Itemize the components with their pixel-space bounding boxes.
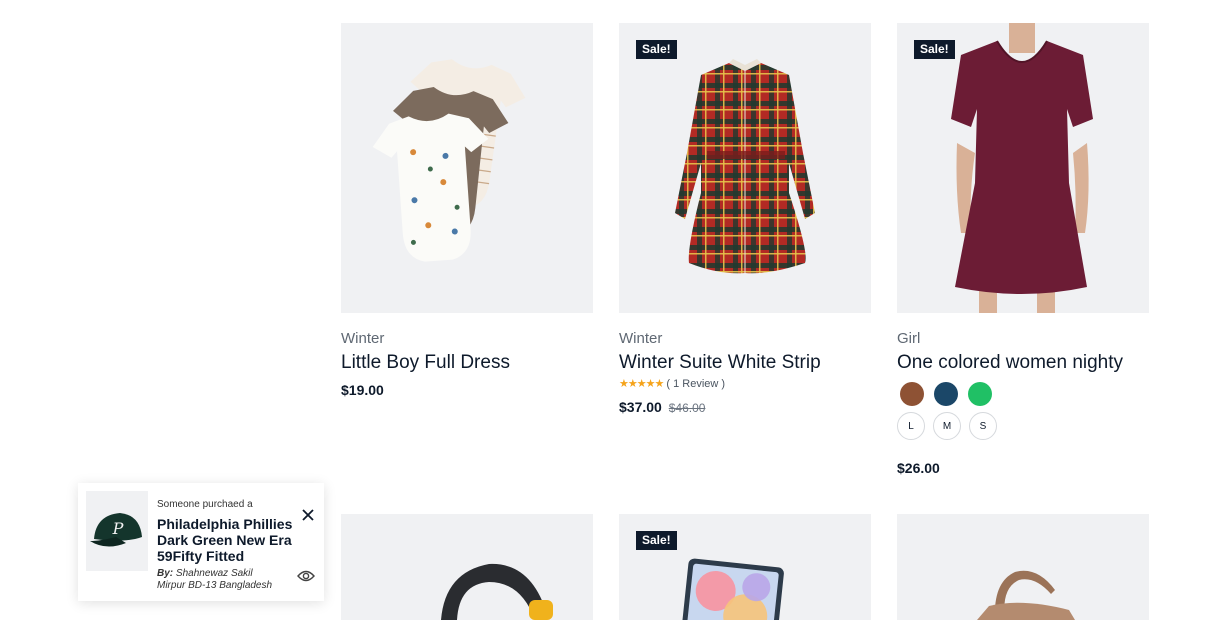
notification-lead: Someone purchaed a: [157, 499, 253, 510]
star-rating-icon: ★★★★★: [619, 378, 664, 390]
buyer-name: Shahnewaz Sakil: [175, 568, 253, 579]
svg-text:P: P: [112, 519, 124, 538]
product-category[interactable]: Girl: [897, 330, 920, 347]
review-count: ( 1 Review ): [666, 378, 726, 390]
product-title[interactable]: One colored women nighty: [897, 352, 1123, 374]
sale-badge: Sale!: [636, 40, 677, 59]
product-image-nighty[interactable]: Sale!: [897, 23, 1149, 313]
current-price: $26.00: [897, 460, 940, 476]
product-image-onesies[interactable]: [341, 23, 593, 313]
product-image-headphones[interactable]: [341, 514, 593, 620]
size-option-s[interactable]: S: [969, 412, 997, 440]
old-price: $46.00: [668, 401, 706, 415]
current-price: $19.00: [341, 382, 384, 398]
product-image-plaid-dress[interactable]: Sale!: [619, 23, 871, 313]
product-category[interactable]: Winter: [619, 330, 662, 347]
color-swatch-navy[interactable]: [934, 382, 958, 406]
product-thumbnail-cap[interactable]: P: [86, 491, 148, 571]
product-title[interactable]: Winter Suite White Strip: [619, 352, 821, 374]
product-price: $19.00: [341, 382, 384, 398]
close-icon[interactable]: [300, 507, 316, 523]
product-category[interactable]: Winter: [341, 330, 384, 347]
product-image-handbag[interactable]: [897, 514, 1149, 620]
sale-badge: Sale!: [636, 531, 677, 550]
notification-buyer: By: Shahnewaz Sakil Mirpur BD-13 Banglad…: [157, 568, 272, 592]
product-rating: ★★★★★ ( 1 Review ): [619, 377, 725, 390]
size-option-l[interactable]: L: [897, 412, 925, 440]
size-option-m[interactable]: M: [933, 412, 961, 440]
product-title[interactable]: Little Boy Full Dress: [341, 352, 510, 374]
product-image-tablet[interactable]: Sale!: [619, 514, 871, 620]
purchase-notification[interactable]: P Someone purchaed a Philadelphia Philli…: [78, 483, 324, 601]
notification-product-name[interactable]: Philadelphia Phillies Dark Green New Era…: [157, 516, 297, 564]
buyer-label: By:: [157, 568, 174, 579]
product-price: $26.00: [897, 460, 940, 476]
product-price: $37.00 $46.00: [619, 399, 705, 415]
color-swatch-green[interactable]: [968, 382, 992, 406]
color-swatch-brown[interactable]: [900, 382, 924, 406]
buyer-location: Mirpur BD-13 Bangladesh: [157, 580, 273, 591]
eye-icon[interactable]: [297, 569, 315, 583]
current-price: $37.00: [619, 399, 662, 415]
sale-badge: Sale!: [914, 40, 955, 59]
